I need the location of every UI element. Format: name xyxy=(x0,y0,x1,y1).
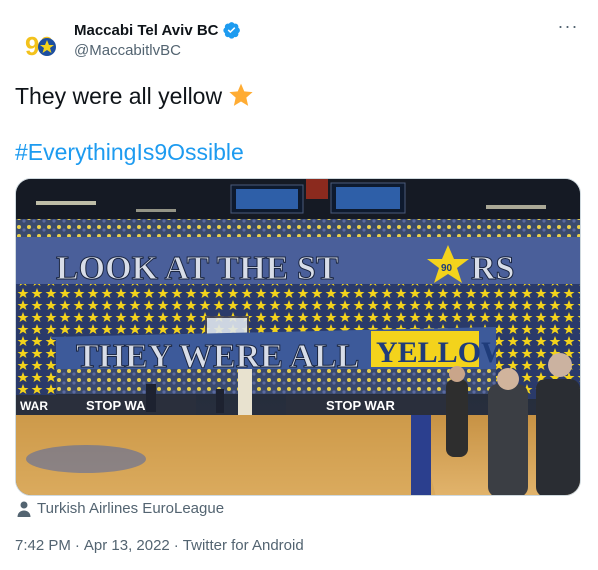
arena-photo: LOOK AT THE ST 90 RS THEY WERE ALL YELLO… xyxy=(16,179,580,495)
avatar[interactable]: 90 xyxy=(15,22,63,70)
banner-top-text: LOOK AT THE ST xyxy=(56,250,339,287)
tweet-date[interactable]: Apr 13, 2022 xyxy=(84,537,170,554)
board-edge-left: WAR xyxy=(20,399,48,413)
banner-bottom-highlight: YELLOW xyxy=(376,336,511,369)
tweet-text: They were all yellow xyxy=(15,82,254,110)
tweet-photo[interactable]: LOOK AT THE ST 90 RS THEY WERE ALL YELLO… xyxy=(15,178,581,496)
hashtag-link[interactable]: #EverythingIs9Ossible xyxy=(15,138,244,166)
banner-top-suffix: RS xyxy=(471,250,514,287)
tweet-source[interactable]: Twitter for Android xyxy=(183,537,304,554)
meta-separator: · xyxy=(74,537,80,554)
attribution-label: Turkish Airlines EuroLeague xyxy=(37,500,225,517)
board-right-text: STOP WAR xyxy=(326,398,395,413)
tweet-card: 90 Maccabi Tel Aviv BC @MaccabitlvBC ···… xyxy=(0,0,598,570)
meta-separator: · xyxy=(173,537,179,554)
author-names: Maccabi Tel Aviv BC @MaccabitlvBC xyxy=(74,20,241,59)
handle[interactable]: @MaccabitlvBC xyxy=(74,42,241,59)
tweet-meta: 7:42 PM · Apr 13, 2022 · Twitter for And… xyxy=(15,537,304,554)
verified-badge-icon xyxy=(222,22,240,39)
tweet-text-body: They were all yellow xyxy=(15,83,223,109)
star-emoji-icon xyxy=(229,83,253,106)
tweet-time[interactable]: 7:42 PM xyxy=(15,537,71,554)
display-name[interactable]: Maccabi Tel Aviv BC xyxy=(74,22,219,39)
maccabi-90-logo-icon: 90 xyxy=(16,23,62,69)
board-left-text: STOP WAR xyxy=(86,398,155,413)
more-options-button[interactable]: ··· xyxy=(556,17,580,40)
person-icon xyxy=(17,501,31,517)
media-attribution[interactable]: Turkish Airlines EuroLeague xyxy=(17,500,224,517)
banner-top-star-text: 90 xyxy=(441,263,453,274)
